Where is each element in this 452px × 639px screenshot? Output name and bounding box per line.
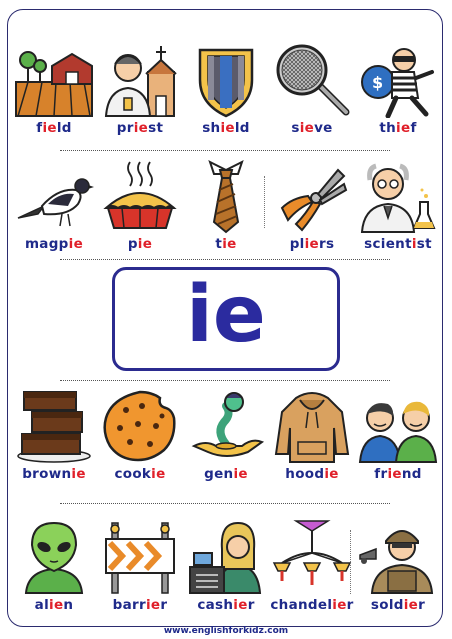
- word-row-4: alien barrier cashier chandelier soldier: [12, 519, 440, 613]
- cashier-icon: [189, 521, 262, 594]
- priest-icon: [104, 46, 177, 117]
- word-label: cashier: [197, 597, 255, 613]
- word-card-friend: friend: [356, 388, 440, 482]
- word-card-scientist: scientist: [356, 158, 440, 252]
- word-label: thief: [379, 120, 417, 136]
- divider: [60, 503, 390, 504]
- word-card-sieve: sieve: [270, 42, 354, 136]
- word-card-pie: pie: [98, 158, 182, 252]
- word-label: brownie: [22, 466, 86, 482]
- word-card-soldier: soldier: [356, 519, 440, 613]
- svg-text:$: $: [372, 73, 383, 92]
- word-card-shield: shield: [184, 42, 268, 136]
- tie-icon: [208, 160, 244, 234]
- word-label: friend: [374, 466, 422, 482]
- word-label: pliers: [289, 236, 335, 252]
- word-card-tie: tie: [184, 158, 268, 252]
- word-card-chandelier: chandelier: [270, 519, 354, 613]
- phonics-letter-box: ie: [112, 267, 340, 371]
- word-row-1: field priest shield sieve $ thief: [12, 42, 440, 136]
- alien-icon: [24, 521, 84, 594]
- word-label: soldier: [370, 597, 426, 613]
- word-label: pie: [127, 236, 153, 252]
- sieve-icon: [276, 44, 350, 116]
- hoodie-icon: [274, 392, 350, 463]
- word-card-alien: alien: [12, 519, 96, 613]
- soldier-icon: [359, 530, 434, 594]
- cookie-icon: [103, 390, 176, 462]
- divider: [350, 530, 351, 594]
- word-card-genie: genie: [184, 388, 268, 482]
- word-label: chandelier: [270, 597, 354, 613]
- phonics-letters: ie: [186, 270, 266, 360]
- word-card-hoodie: hoodie: [270, 388, 354, 482]
- word-label: priest: [116, 120, 164, 136]
- chandelier-icon: [272, 520, 352, 585]
- barrier-icon: [105, 522, 175, 594]
- friend-icon: [358, 401, 438, 463]
- word-label: sieve: [291, 120, 333, 136]
- magpie-icon: [17, 178, 94, 227]
- word-label: scientist: [364, 236, 432, 252]
- field-icon: [15, 51, 93, 117]
- word-card-magpie: magpie: [12, 158, 96, 252]
- word-card-thief: $ thief: [356, 42, 440, 136]
- word-label: genie: [204, 466, 248, 482]
- thief-icon: $: [361, 48, 434, 118]
- word-card-barrier: barrier: [98, 519, 182, 613]
- shield-icon: [198, 48, 254, 118]
- word-card-cashier: cashier: [184, 519, 268, 613]
- word-card-cookie: cookie: [98, 388, 182, 482]
- word-card-priest: priest: [98, 42, 182, 136]
- divider: [60, 150, 390, 151]
- word-label: shield: [202, 120, 250, 136]
- word-label: tie: [215, 236, 237, 252]
- word-label: field: [36, 120, 72, 136]
- genie-icon: [191, 392, 265, 457]
- word-row-3: brownie cookie genie hoodie friend: [12, 388, 440, 482]
- divider: [264, 176, 265, 228]
- scientist-icon: [360, 163, 436, 233]
- word-label: magpie: [24, 236, 84, 252]
- site-url: www.englishforkidz.com: [163, 626, 289, 636]
- word-card-brownie: brownie: [12, 388, 96, 482]
- word-label: alien: [34, 597, 74, 613]
- word-card-field: field: [12, 42, 96, 136]
- word-label: barrier: [112, 597, 168, 613]
- divider: [60, 380, 390, 381]
- word-card-pliers: pliers: [270, 158, 354, 252]
- word-row-2: magpie pie tie pliers scientist: [12, 158, 440, 252]
- divider: [60, 259, 390, 260]
- word-label: cookie: [114, 466, 166, 482]
- brownie-icon: [17, 391, 91, 463]
- pliers-icon: [280, 168, 348, 232]
- pie-icon: [103, 161, 177, 229]
- word-label: hoodie: [285, 466, 339, 482]
